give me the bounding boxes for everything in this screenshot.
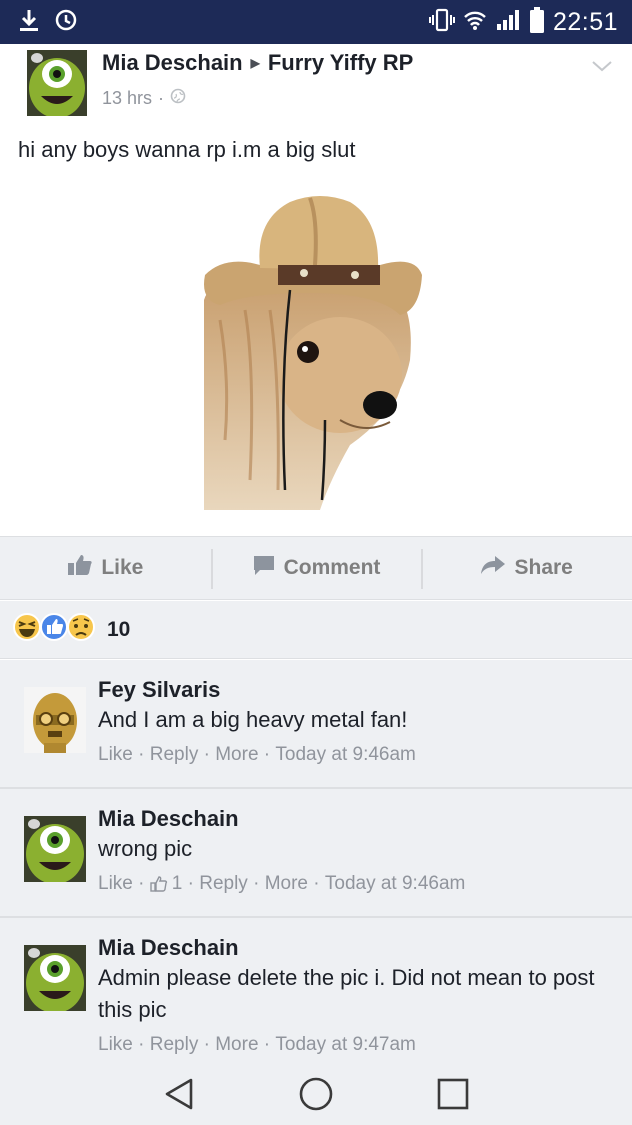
- vibrate-icon: [428, 7, 455, 38]
- comment-author-avatar[interactable]: [24, 687, 86, 753]
- comment-item: Mia Deschain Admin please delete the pic…: [0, 918, 632, 1063]
- recents-button[interactable]: [429, 1070, 477, 1118]
- comment-author-name[interactable]: Mia Deschain: [98, 805, 618, 833]
- comment-button[interactable]: Comment: [210, 537, 422, 599]
- share-label: Share: [514, 556, 573, 579]
- haha-icon: [12, 612, 42, 647]
- share-arrow-icon: [480, 555, 506, 581]
- post-author-avatar[interactable]: [27, 50, 87, 116]
- android-nav-bar: [0, 1063, 632, 1125]
- home-button[interactable]: [292, 1070, 340, 1118]
- comment-like-link[interactable]: Like: [98, 873, 133, 895]
- dot-separator: ·: [158, 88, 165, 108]
- comment-author-name[interactable]: Mia Deschain: [98, 934, 618, 962]
- comment-text: wrong pic: [98, 836, 193, 861]
- comments-section: Fey Silvaris And I am a big heavy metal …: [0, 660, 632, 1063]
- comment-icon: [252, 554, 276, 582]
- comment-reply-link[interactable]: Reply: [199, 873, 248, 895]
- signal-icon: [495, 8, 521, 37]
- comment-author-avatar[interactable]: [24, 816, 86, 882]
- wifi-icon: [463, 9, 487, 36]
- like-icon: [39, 612, 69, 647]
- thumbs-up-icon: [67, 554, 93, 582]
- comment-likes[interactable]: 1: [150, 873, 183, 895]
- status-bar: 22:51: [0, 0, 632, 44]
- comment-item: Mia Deschain wrong pic Like · 1 · Reply …: [0, 789, 632, 917]
- recents-square-icon: [438, 1078, 469, 1110]
- clock: 22:51: [552, 7, 618, 36]
- comment-timestamp[interactable]: Today at 9:46am: [325, 873, 465, 895]
- battery-icon: [529, 6, 545, 39]
- post-action-bar: Like Comment Share: [0, 536, 632, 600]
- reaction-count: 10: [107, 617, 131, 641]
- comment-author-name[interactable]: Fey Silvaris: [98, 676, 618, 704]
- comment-timestamp[interactable]: Today at 9:46am: [275, 744, 415, 766]
- thumbs-up-outline-icon: [150, 876, 167, 892]
- download-icon: [18, 8, 40, 37]
- chevron-down-icon[interactable]: [590, 58, 614, 79]
- like-label: Like: [101, 556, 144, 579]
- post-timestamp[interactable]: 13 hrs: [102, 88, 152, 109]
- comment-reply-link[interactable]: Reply: [150, 1034, 199, 1056]
- comment-author-avatar[interactable]: [24, 945, 86, 1011]
- comment-like-link[interactable]: Like: [98, 744, 133, 766]
- comment-timestamp[interactable]: Today at 9:47am: [275, 1034, 415, 1056]
- comment-label: Comment: [283, 556, 381, 579]
- comment-more-link[interactable]: More: [265, 873, 308, 895]
- comment-more-link[interactable]: More: [215, 744, 258, 766]
- post-photo[interactable]: [200, 180, 434, 510]
- post-author-name[interactable]: Mia Deschain: [102, 50, 243, 76]
- comment-like-link[interactable]: Like: [98, 1034, 133, 1056]
- home-circle-icon: [299, 1077, 333, 1111]
- share-button[interactable]: Share: [421, 537, 632, 599]
- comment-item: Fey Silvaris And I am a big heavy metal …: [0, 660, 632, 788]
- comment-reply-link[interactable]: Reply: [150, 744, 199, 766]
- like-button[interactable]: Like: [0, 537, 211, 599]
- comment-text: And I am a big heavy metal fan!: [98, 707, 408, 732]
- comment-text: Admin please delete the pic i. Did not m…: [98, 965, 595, 1022]
- caret-right-icon: ▶: [250, 56, 260, 70]
- audience-icon: [170, 88, 186, 109]
- reactions-summary[interactable]: 10: [0, 601, 632, 659]
- back-triangle-icon: [165, 1078, 192, 1110]
- comment-like-count: 1: [171, 873, 183, 894]
- post-header: Mia Deschain ▶ Furry Yiffy RP 13 hrs ·: [0, 44, 632, 116]
- sad-icon: [66, 612, 96, 647]
- back-button[interactable]: [155, 1070, 203, 1118]
- history-icon: [54, 8, 78, 37]
- comment-more-link[interactable]: More: [215, 1034, 258, 1056]
- post-group-name[interactable]: Furry Yiffy RP: [268, 50, 413, 76]
- post-text: hi any boys wanna rp i.m a big slut: [18, 137, 356, 162]
